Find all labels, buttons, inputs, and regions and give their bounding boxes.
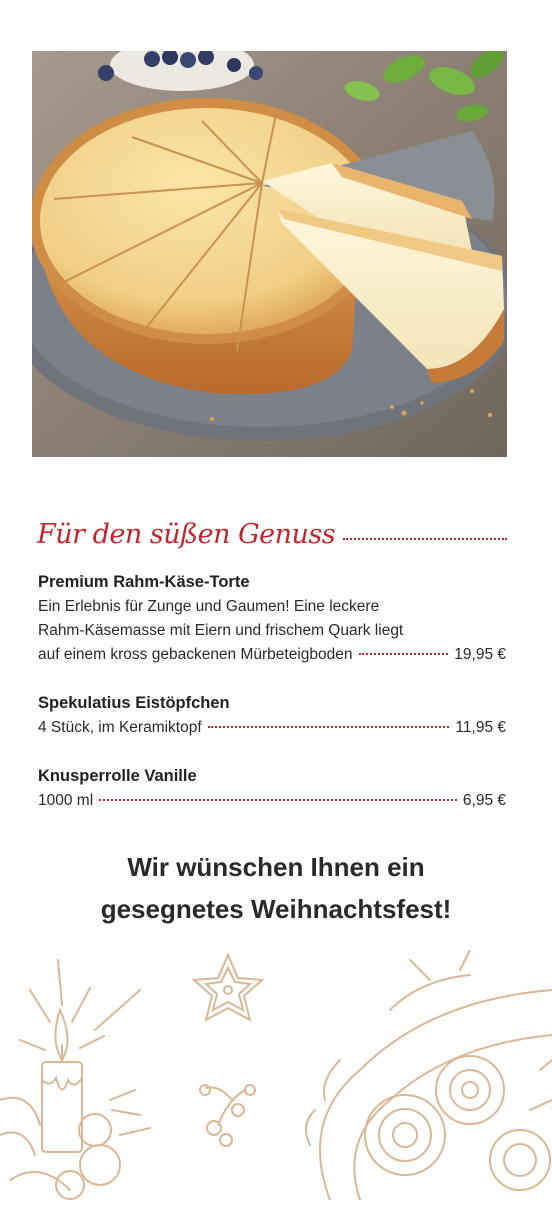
- price-leader-dots: [207, 726, 450, 728]
- item-price-row: auf einem kross gebackenen Mürbeteigbode…: [38, 643, 506, 667]
- greeting-line-2: gesegnetes Weihnachtsfest!: [100, 894, 452, 924]
- item-price: 6,95 €: [462, 792, 506, 809]
- section-title: Für den süßen Genuss: [37, 519, 336, 550]
- item-description-line: auf einem kross gebackenen Mürbeteigbode…: [38, 646, 353, 663]
- item-description: 1000 ml: [38, 792, 94, 809]
- title-dotted-rule: [343, 538, 507, 540]
- price-leader-dots: [99, 799, 457, 801]
- item-name: Spekulatius Eistöpfchen: [38, 694, 230, 712]
- cheesecake-photo: [32, 51, 507, 457]
- candle-icon: [0, 959, 151, 1200]
- section-heading: Für den süßen Genuss: [37, 506, 507, 550]
- menu-item: Premium Rahm-Käse-Torte Ein Erlebnis für…: [38, 570, 506, 667]
- roll-cake-icon: [305, 949, 552, 1201]
- item-description-line: Ein Erlebnis für Zunge und Gaumen! Eine …: [38, 598, 380, 615]
- item-name: Knusperrolle Vanille: [38, 767, 197, 785]
- item-name: Premium Rahm-Käse-Torte: [38, 573, 250, 591]
- item-price-row: 4 Stück, im Keramiktopf 11,95 €: [38, 716, 506, 740]
- item-price: 11,95 €: [455, 719, 506, 736]
- christmas-illustration: [0, 949, 552, 1201]
- gingerbread-star-icon: [191, 952, 265, 1022]
- price-leader-dots: [358, 653, 449, 655]
- berry-sprig-icon: [199, 1084, 256, 1147]
- greeting-line-1: Wir wünschen Ihnen ein: [127, 852, 425, 882]
- item-description-line: Rahm-Käsemasse mit Eiern und frischem Qu…: [38, 622, 404, 639]
- menu-item: Spekulatius Eistöpfchen 4 Stück, im Kera…: [38, 691, 506, 740]
- menu-item: Knusperrolle Vanille 1000 ml 6,95 €: [38, 764, 506, 813]
- item-price: 19,95 €: [454, 646, 506, 663]
- christmas-greeting: Wir wünschen Ihnen ein gesegnetes Weihna…: [0, 846, 552, 930]
- item-price-row: 1000 ml 6,95 €: [38, 789, 506, 813]
- item-description: 4 Stück, im Keramiktopf: [38, 719, 202, 736]
